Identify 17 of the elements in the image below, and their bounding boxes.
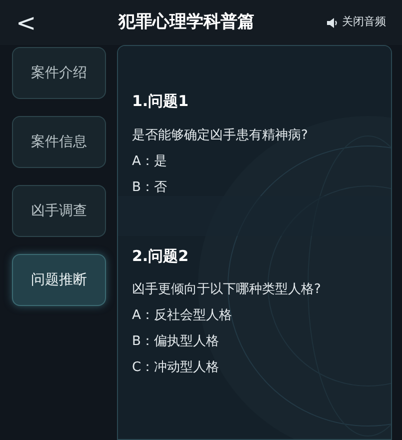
speaker-icon	[327, 18, 338, 28]
back-button[interactable]: <	[16, 10, 46, 34]
sidebar-tab[interactable]: 案件信息	[12, 116, 106, 168]
question-text: 是否能够确定凶手患有精神病?	[132, 126, 309, 144]
sidebar-tab[interactable]: 问题推断	[12, 254, 106, 306]
question-title: 1.问题1	[132, 91, 190, 112]
sidebar-tab[interactable]: 凶手调查	[12, 185, 106, 237]
question-title: 2.问题2	[132, 246, 190, 266]
answer-option[interactable]: B：偏执型人格	[132, 329, 219, 355]
answer-option[interactable]: B：否	[132, 174, 167, 200]
audio-toggle-button[interactable]: 关闭音频	[327, 14, 386, 31]
sidebar-tab[interactable]: 案件介绍	[12, 47, 106, 99]
answer-option[interactable]: A：是	[132, 148, 167, 174]
answer-option[interactable]: C：冲动型人格	[132, 355, 220, 381]
answer-option[interactable]: A：反社会型人格	[132, 303, 232, 329]
question-text: 凶手更倾向于以下哪种类型人格?	[132, 281, 322, 299]
page-title: 犯罪心理学科普篇	[117, 10, 256, 34]
